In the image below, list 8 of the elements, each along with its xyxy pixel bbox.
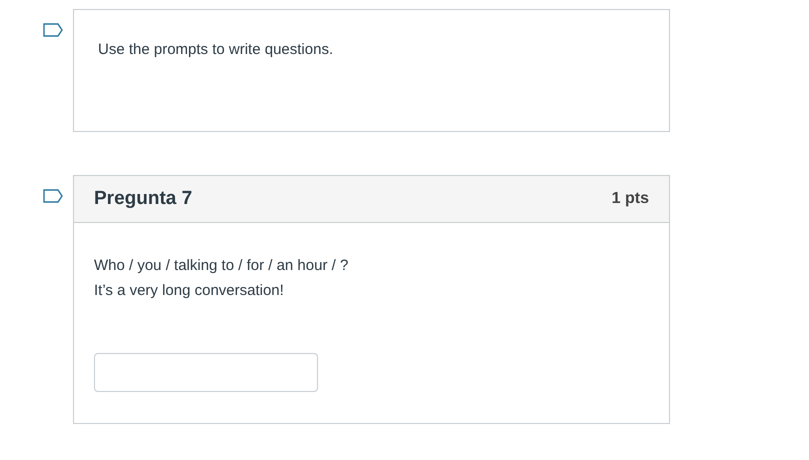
question-text: It’s a very long conversation! [94,281,285,301]
flag-icon[interactable] [43,23,63,37]
answer-field[interactable] [94,353,318,392]
question-text: Who / you / talking to / for / an hour / ? [94,256,350,276]
points-label: 1 pts [612,190,649,208]
question-title: Pregunta 7 [94,188,192,210]
instruction-text: Use the prompts to write questions. [98,41,334,58]
flag-icon[interactable] [43,189,63,203]
